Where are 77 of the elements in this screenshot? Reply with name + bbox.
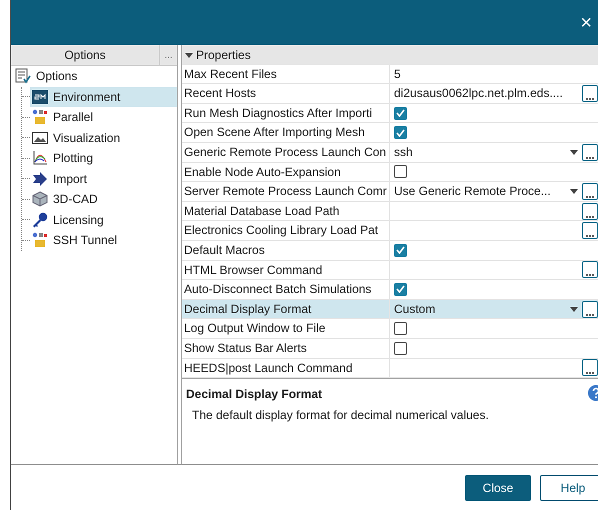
help-button[interactable]: Help <box>540 474 598 500</box>
ellipsis-icon <box>586 96 594 101</box>
check-icon <box>396 285 405 294</box>
caret-icon <box>570 306 578 312</box>
close-button[interactable]: Close <box>465 474 531 500</box>
checkbox[interactable] <box>394 244 407 257</box>
tree-item[interactable]: Plotting <box>30 148 177 168</box>
checkbox[interactable] <box>394 126 407 140</box>
tree-item[interactable]: Environment <box>30 86 177 107</box>
property-name: Enable Node Auto-Expansion <box>182 162 390 182</box>
tree-item[interactable]: SSH Tunnel <box>30 230 177 250</box>
dropdown-field[interactable]: ssh <box>394 143 566 162</box>
browse-button[interactable] <box>582 202 598 220</box>
browse-button[interactable] <box>582 144 598 161</box>
property-name: Open Scene After Importing Mesh <box>182 123 390 142</box>
checkbox[interactable] <box>394 342 407 355</box>
checkbox[interactable] <box>394 322 407 336</box>
tree-item[interactable]: Licensing <box>30 210 177 230</box>
ellipsis-icon <box>586 273 594 278</box>
cube-icon <box>32 191 48 208</box>
value-field[interactable]: 5 <box>394 64 598 83</box>
property-name: Recent Hosts <box>182 84 390 103</box>
browse-button[interactable] <box>582 84 598 102</box>
property-name: HEEDS|post Launch Command <box>182 358 390 378</box>
browse-button[interactable] <box>582 300 598 318</box>
description-title: Decimal Display Format <box>186 386 322 404</box>
property-name: Show Status Bar Alerts <box>182 338 390 358</box>
property-name: HTML Browser Command <box>182 260 390 280</box>
browse-button[interactable] <box>582 261 598 278</box>
property-name: Electronics Cooling Library Load Pat <box>182 221 390 240</box>
dropdown-field[interactable]: Custom <box>394 300 566 318</box>
sm-icon <box>32 88 48 105</box>
options-icon <box>15 68 31 84</box>
browse-button[interactable] <box>582 359 598 376</box>
property-name: Default Macros <box>182 240 390 260</box>
tree-item[interactable]: Import <box>30 168 177 189</box>
property-name: Log Output Window to File <box>182 319 390 338</box>
image-icon <box>32 130 48 146</box>
collapse-icon <box>185 50 193 59</box>
property-name: Generic Remote Process Launch Con <box>182 142 390 162</box>
network-icon <box>32 109 48 126</box>
chart-icon <box>32 150 48 166</box>
tree-item[interactable]: 3D-CAD <box>30 189 177 210</box>
property-name: Max Recent Files <box>182 64 390 84</box>
checkbox[interactable] <box>394 165 407 178</box>
description-text: The default display format for decimal numerical values. <box>191 407 490 424</box>
checkbox[interactable] <box>394 106 407 120</box>
network-icon <box>32 232 48 248</box>
tree-item[interactable]: Visualization <box>30 128 177 148</box>
property-name: Server Remote Process Launch Comr <box>182 182 390 201</box>
ellipsis-icon <box>586 194 594 199</box>
property-name: Auto-Disconnect Batch Simulations <box>182 280 390 299</box>
browse-button[interactable] <box>582 222 598 240</box>
ellipsis-icon <box>586 234 594 238</box>
panel-header: Options <box>63 47 107 64</box>
close-button[interactable]: × <box>574 12 598 32</box>
check-icon <box>396 246 405 254</box>
caret-icon <box>570 150 578 155</box>
check-icon <box>396 109 405 118</box>
tree-item[interactable]: Options <box>11 66 177 86</box>
key-icon <box>32 212 48 228</box>
ellipsis-icon <box>586 156 594 160</box>
check-icon <box>396 128 405 137</box>
property-name: Run Mesh Diagnostics After Importi <box>182 104 390 122</box>
arrow-icon <box>32 170 48 187</box>
group-header[interactable]: Properties <box>182 45 598 65</box>
dropdown-field[interactable]: Use Generic Remote Proce... <box>394 182 566 200</box>
checkbox[interactable] <box>394 282 407 296</box>
value-field[interactable]: di2usaus0062lpc.net.plm.eds.... <box>394 84 578 102</box>
ellipsis-icon <box>586 312 594 317</box>
property-name: Decimal Display Format <box>182 300 390 318</box>
caret-icon <box>570 188 578 194</box>
ellipsis-icon <box>586 371 594 376</box>
ellipsis-icon <box>586 214 594 219</box>
tree-item[interactable]: Parallel <box>30 107 177 128</box>
browse-button[interactable] <box>582 182 598 200</box>
property-name: Material Database Load Path <box>182 202 390 220</box>
